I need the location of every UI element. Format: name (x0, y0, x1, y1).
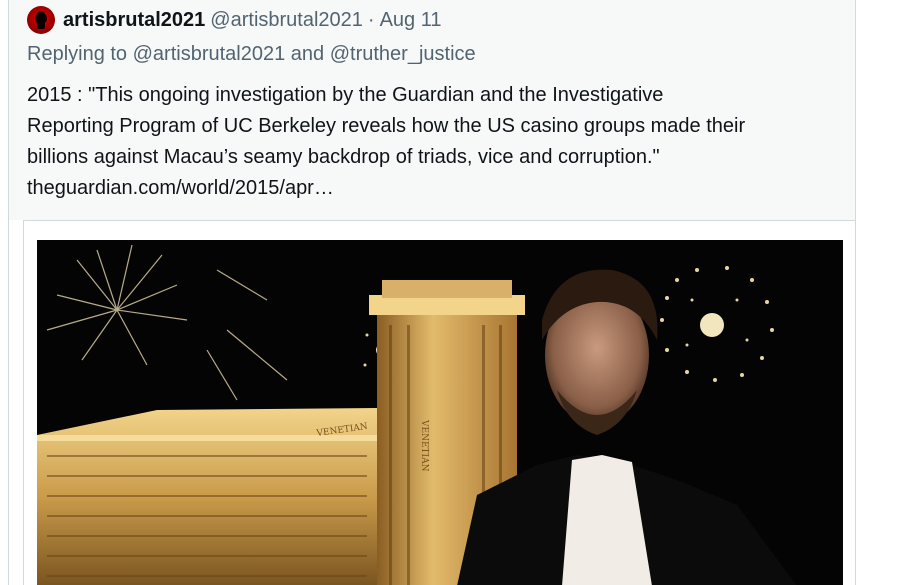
tweet-photo[interactable]: VENETIAN VENETIAN (37, 240, 843, 585)
user-handle[interactable]: @artisbrutal2021 (210, 9, 363, 32)
tweet-text-line: Reporting Program of UC Berkeley reveals… (27, 115, 746, 137)
photo-icon: VENETIAN VENETIAN (37, 240, 843, 585)
replying-to: Replying to @artisbrutal2021 and @truthe… (27, 43, 476, 66)
reply-mention-1[interactable]: @artisbrutal2021 (133, 43, 286, 65)
tweet-header: artisbrutal2021 @artisbrutal2021 · Aug 1… (27, 6, 441, 34)
tweet-text-line: billions against Macau’s seamy backdrop … (27, 146, 660, 168)
sign-text: VENETIAN (419, 419, 429, 472)
avatar[interactable] (27, 6, 55, 34)
quoted-tweet[interactable]: artisbrutal2021 @artisbrutal2021 · Aug 1… (8, 0, 856, 585)
media-card[interactable]: VENETIAN VENETIAN (23, 220, 855, 585)
tweet-text-line: 2015 : "This ongoing investigation by th… (27, 84, 664, 106)
reply-mention-2[interactable]: @truther_justice (330, 43, 476, 65)
article-link[interactable]: theguardian.com/world/2015/apr… (27, 173, 847, 204)
replying-prefix: Replying to (27, 43, 128, 65)
display-name[interactable]: artisbrutal2021 (63, 9, 205, 32)
tweet-text: 2015 : "This ongoing investigation by th… (27, 80, 847, 204)
tweet-date[interactable]: Aug 11 (380, 9, 442, 32)
separator: · (367, 8, 375, 31)
reply-and: and (290, 43, 325, 65)
